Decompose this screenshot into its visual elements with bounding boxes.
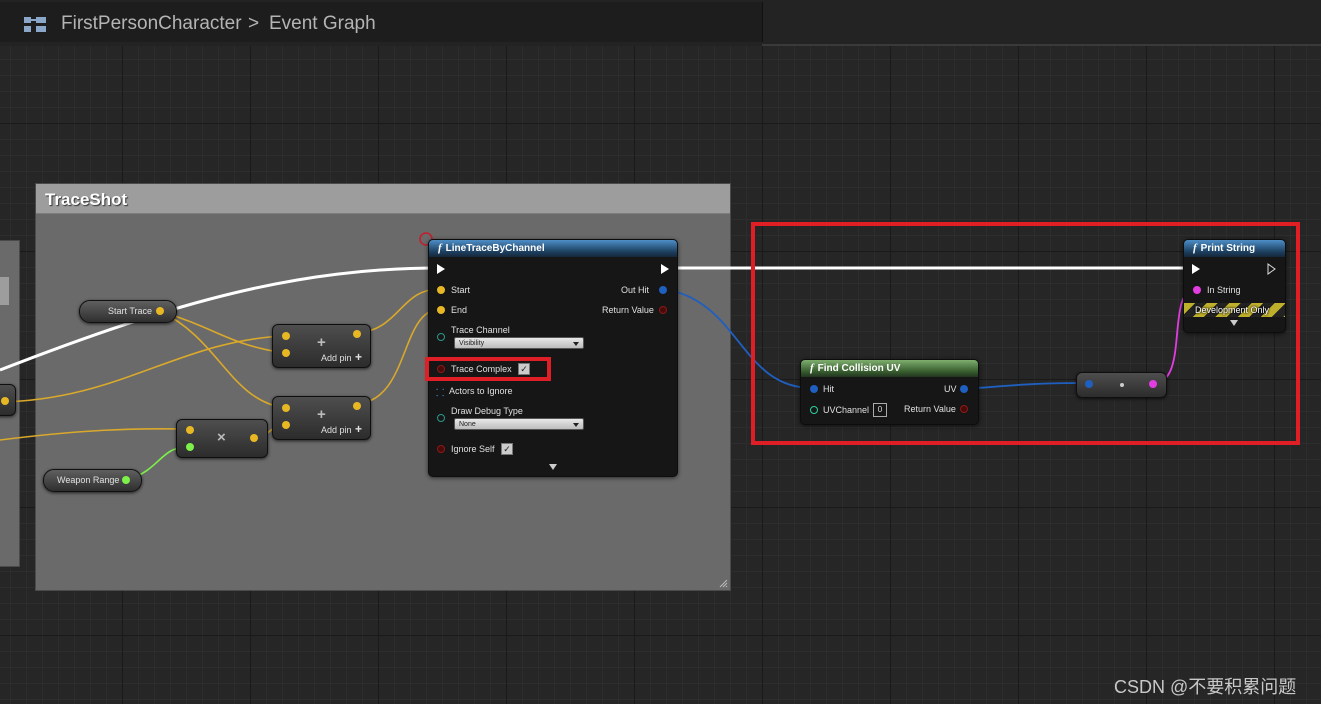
end-pin[interactable] — [437, 306, 445, 314]
float-pin[interactable] — [156, 307, 164, 315]
float-pin[interactable] — [282, 332, 290, 340]
add-icon: + — [317, 406, 326, 423]
float-pin[interactable] — [282, 404, 290, 412]
draw-debug-dropdown[interactable]: None — [454, 418, 584, 430]
float-pin[interactable] — [186, 426, 194, 434]
trace-channel-dropdown[interactable]: Visibility — [454, 337, 584, 349]
multiply-icon: × — [217, 429, 226, 446]
end-label: End — [451, 305, 468, 315]
expand-arrow-icon[interactable] — [549, 464, 557, 470]
out-hit-pin[interactable] — [659, 286, 667, 294]
start-label: Start — [451, 285, 471, 295]
add-pin-label[interactable]: Add pin — [321, 425, 352, 435]
function-icon: f — [438, 242, 442, 254]
partial-node[interactable] — [0, 384, 16, 416]
trace-channel-pin[interactable] — [437, 333, 445, 341]
actors-to-ignore-label[interactable]: Actors to Ignore — [449, 386, 513, 396]
ignore-self-label: Ignore Self — [451, 444, 495, 454]
array-grid-icon: ⸬ — [436, 388, 445, 399]
return-value-label: Return Value — [602, 305, 654, 315]
watermark: CSDN @不要积累问题 — [1114, 677, 1297, 697]
float-pin[interactable] — [282, 421, 290, 429]
out-hit-label: Out Hit — [621, 285, 650, 295]
start-trace-label: Start Trace — [108, 306, 153, 316]
add-pin-label[interactable]: Add pin — [321, 353, 352, 363]
float-pin[interactable] — [353, 330, 361, 338]
chevron-down-icon — [573, 342, 579, 346]
exec-in-pin[interactable] — [437, 264, 445, 274]
ignore-self-pin[interactable] — [437, 445, 445, 453]
highlight-box-trace-complex — [425, 357, 551, 381]
ignore-self-checkbox[interactable]: ✓ — [501, 443, 513, 455]
float-pin[interactable] — [250, 434, 258, 442]
int-pin[interactable] — [122, 476, 130, 484]
chevron-down-icon — [573, 423, 579, 427]
add-pin-plus-icon[interactable]: + — [355, 422, 362, 436]
float-pin[interactable] — [1, 397, 9, 405]
trace-channel-label: Trace Channel — [451, 325, 510, 335]
draw-debug-pin[interactable] — [437, 414, 445, 422]
start-trace-variable[interactable]: Start Trace — [79, 300, 177, 323]
trace-channel-value: Visibility — [459, 340, 485, 347]
return-value-pin[interactable] — [659, 306, 667, 314]
float-pin[interactable] — [282, 349, 290, 357]
weapon-range-label: Weapon Range — [57, 475, 120, 485]
exec-wire-in — [0, 266, 441, 372]
add-icon: + — [317, 334, 326, 351]
start-pin[interactable] — [437, 286, 445, 294]
highlight-box-uv-nodes — [751, 222, 1300, 445]
float-pin[interactable] — [353, 402, 361, 410]
draw-debug-value: None — [459, 421, 476, 428]
exec-out-pin[interactable] — [661, 264, 669, 274]
float-wire — [0, 427, 187, 441]
add-node-1[interactable]: + Add pin + — [272, 324, 371, 368]
float-wire — [159, 310, 286, 354]
node-title: f LineTraceByChannel — [438, 242, 545, 254]
int-pin[interactable] — [186, 443, 194, 451]
line-trace-title: LineTraceByChannel — [445, 243, 545, 254]
add-node-2[interactable]: + Add pin + — [272, 396, 371, 440]
multiply-node[interactable]: × — [176, 419, 268, 458]
float-wire — [0, 335, 286, 403]
draw-debug-label: Draw Debug Type — [451, 406, 523, 416]
node-header: f LineTraceByChannel — [429, 240, 677, 257]
weapon-range-variable[interactable]: Weapon Range — [43, 469, 142, 492]
add-pin-plus-icon[interactable]: + — [355, 350, 362, 364]
